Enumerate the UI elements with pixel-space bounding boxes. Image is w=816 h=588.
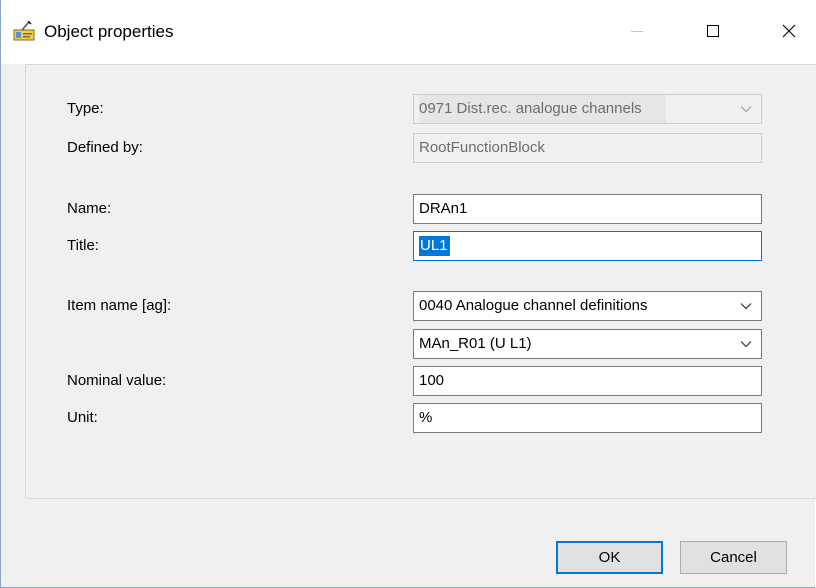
type-label: Type:	[67, 100, 104, 117]
defined-by-label: Defined by:	[67, 139, 143, 156]
object-properties-dialog: Object properties Type: 0971 Dist.rec. a…	[0, 0, 816, 588]
nominal-value-input[interactable]: 100	[413, 366, 762, 396]
chevron-down-icon[interactable]	[731, 292, 761, 320]
minimize-button[interactable]	[615, 13, 659, 49]
title-input-selected-text: UL1	[419, 236, 450, 256]
name-input[interactable]: DRAn1	[413, 194, 762, 224]
name-label: Name:	[67, 200, 112, 217]
properties-panel	[25, 64, 816, 499]
item-name-label: Item name [ag]:	[67, 297, 172, 314]
minimize-icon	[630, 24, 644, 38]
item-name-dropdown[interactable]: 0040 Analogue channel definitions	[413, 291, 762, 321]
maximize-icon	[706, 24, 720, 38]
item-name-sub-dropdown[interactable]: MAn_R01 (U L1)	[413, 329, 762, 359]
unit-label: Unit:	[67, 409, 98, 426]
unit-input[interactable]: %	[413, 403, 762, 433]
maximize-button[interactable]	[691, 13, 735, 49]
close-button[interactable]	[767, 13, 811, 49]
title-input[interactable]: UL1	[413, 231, 762, 261]
title-label: Title:	[67, 237, 99, 254]
close-icon	[782, 24, 796, 38]
title-bar[interactable]: Object properties	[1, 0, 815, 64]
type-dropdown: 0971 Dist.rec. analogue channels	[413, 94, 762, 124]
cancel-button[interactable]: Cancel	[680, 541, 787, 574]
item-name-value: 0040 Analogue channel definitions	[419, 297, 648, 314]
window-title: Object properties	[44, 22, 174, 41]
chevron-down-icon	[731, 95, 761, 123]
chevron-down-icon[interactable]	[731, 330, 761, 358]
ok-button[interactable]: OK	[556, 541, 663, 574]
type-value: 0971 Dist.rec. analogue channels	[419, 95, 666, 123]
defined-by-field: RootFunctionBlock	[413, 133, 762, 163]
nominal-value-label: Nominal value:	[67, 372, 167, 389]
object-properties-app-icon	[13, 20, 35, 41]
item-name-sub-value: MAn_R01 (U L1)	[419, 335, 532, 352]
